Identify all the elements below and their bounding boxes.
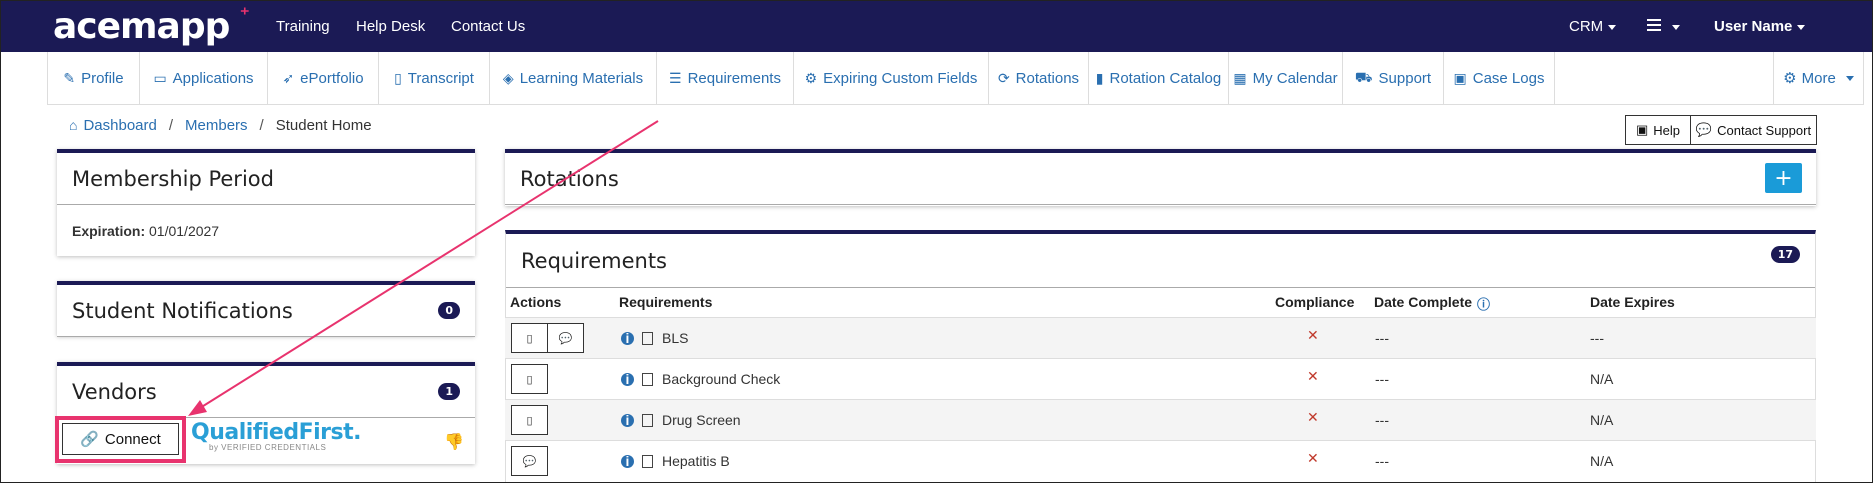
annotation-arrow bbox=[188, 120, 659, 416]
